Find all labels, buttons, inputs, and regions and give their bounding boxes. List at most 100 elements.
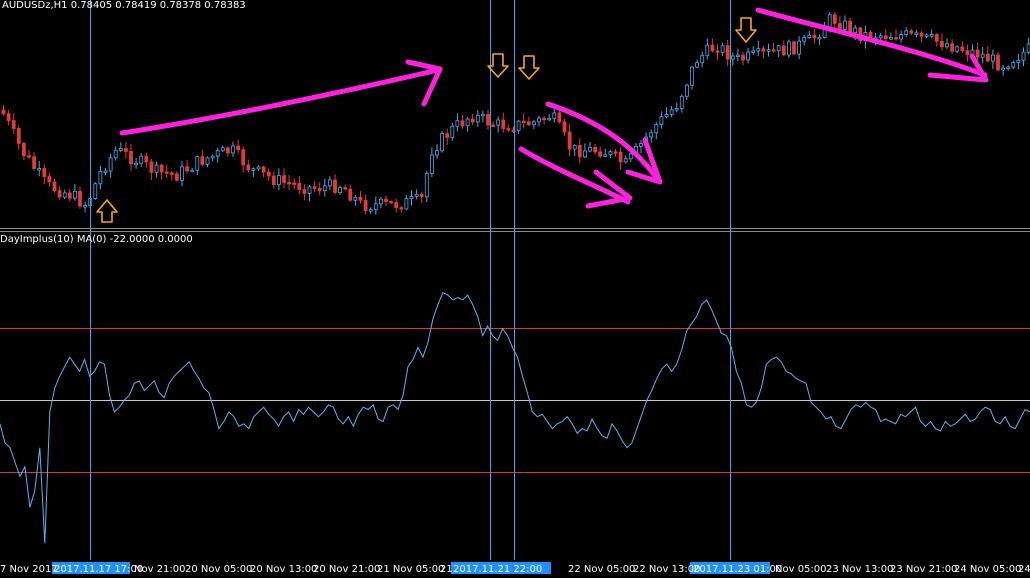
candle[interactable]: [924, 33, 929, 39]
candle[interactable]: [343, 184, 348, 191]
candle[interactable]: [195, 155, 200, 175]
candle[interactable]: [21, 141, 26, 161]
candle[interactable]: [241, 146, 246, 173]
candle[interactable]: [685, 83, 689, 101]
candle[interactable]: [231, 141, 235, 157]
candle[interactable]: [363, 195, 368, 215]
candle[interactable]: [124, 142, 128, 159]
candle[interactable]: [690, 66, 694, 90]
candle[interactable]: [251, 167, 256, 178]
candle[interactable]: [567, 124, 572, 157]
candle[interactable]: [501, 112, 506, 133]
candle[interactable]: [62, 189, 67, 200]
candle[interactable]: [134, 157, 139, 169]
candle[interactable]: [929, 29, 934, 39]
candle[interactable]: [266, 168, 271, 181]
candle[interactable]: [491, 121, 496, 127]
chart-window[interactable]: AUDUSDz,H1 0.78405 0.78419 0.78378 0.783…: [0, 0, 1030, 578]
candle[interactable]: [654, 121, 659, 140]
candle[interactable]: [802, 34, 807, 46]
candle[interactable]: [98, 165, 103, 190]
candle[interactable]: [781, 40, 786, 57]
candle[interactable]: [812, 29, 817, 44]
candle[interactable]: [429, 147, 434, 178]
candle[interactable]: [32, 152, 36, 171]
candle[interactable]: [817, 34, 822, 45]
candle[interactable]: [618, 147, 623, 170]
candle[interactable]: [384, 195, 388, 207]
candle[interactable]: [761, 46, 766, 59]
candle[interactable]: [577, 138, 582, 164]
candle[interactable]: [776, 44, 781, 57]
candle[interactable]: [526, 116, 531, 127]
candle[interactable]: [297, 175, 302, 195]
candle[interactable]: [113, 146, 118, 161]
candle[interactable]: [940, 33, 944, 51]
candle[interactable]: [27, 149, 31, 159]
candle[interactable]: [583, 143, 587, 159]
candle[interactable]: [103, 167, 108, 176]
candle[interactable]: [710, 38, 715, 53]
candle[interactable]: [542, 115, 546, 125]
candle[interactable]: [338, 185, 343, 195]
candle[interactable]: [225, 146, 230, 157]
drawn-arrow-up-trend[interactable]: [119, 59, 443, 136]
candle[interactable]: [52, 178, 57, 193]
candle[interactable]: [373, 196, 378, 215]
candle[interactable]: [720, 42, 725, 56]
candle[interactable]: [394, 198, 399, 213]
candle[interactable]: [909, 28, 914, 36]
candle[interactable]: [914, 30, 919, 38]
down-arrow-icon[interactable]: [735, 17, 757, 43]
candle[interactable]: [154, 161, 159, 178]
candle[interactable]: [159, 163, 164, 180]
candle[interactable]: [598, 146, 603, 159]
candle[interactable]: [736, 48, 740, 62]
candle[interactable]: [985, 46, 990, 63]
candle[interactable]: [164, 164, 169, 179]
candle[interactable]: [465, 117, 470, 132]
candle[interactable]: [302, 184, 307, 201]
candle[interactable]: [261, 165, 266, 178]
candle[interactable]: [746, 47, 750, 64]
down-arrow-icon[interactable]: [518, 55, 540, 80]
candle[interactable]: [11, 113, 16, 134]
candle[interactable]: [78, 187, 82, 209]
candle[interactable]: [333, 174, 337, 195]
candle[interactable]: [623, 155, 628, 164]
candle[interactable]: [256, 165, 261, 172]
candle[interactable]: [450, 122, 455, 141]
candle[interactable]: [282, 168, 286, 189]
candle[interactable]: [16, 125, 21, 150]
candle[interactable]: [312, 181, 317, 193]
candle[interactable]: [588, 142, 592, 153]
up-arrow-icon[interactable]: [96, 199, 118, 223]
candle[interactable]: [674, 102, 679, 113]
candle[interactable]: [934, 33, 939, 47]
candle[interactable]: [210, 154, 215, 162]
candle[interactable]: [445, 128, 450, 146]
candle[interactable]: [649, 129, 654, 144]
candle[interactable]: [470, 113, 475, 126]
candle[interactable]: [185, 159, 190, 174]
candle[interactable]: [659, 111, 664, 129]
candle[interactable]: [276, 168, 281, 191]
candle[interactable]: [292, 178, 297, 190]
candle[interactable]: [1001, 65, 1005, 76]
candle[interactable]: [317, 181, 322, 196]
candle[interactable]: [730, 52, 735, 66]
candle[interactable]: [792, 40, 796, 56]
candle[interactable]: [889, 32, 893, 40]
candle[interactable]: [353, 195, 358, 206]
candle[interactable]: [613, 148, 618, 157]
candle[interactable]: [42, 164, 47, 185]
candle[interactable]: [414, 189, 419, 200]
candle[interactable]: [965, 44, 970, 62]
candle[interactable]: [537, 115, 541, 127]
candle[interactable]: [475, 110, 480, 127]
candle[interactable]: [205, 156, 210, 168]
candle[interactable]: [797, 36, 801, 60]
candle[interactable]: [669, 105, 674, 118]
candle[interactable]: [455, 113, 460, 132]
candle[interactable]: [108, 153, 113, 178]
